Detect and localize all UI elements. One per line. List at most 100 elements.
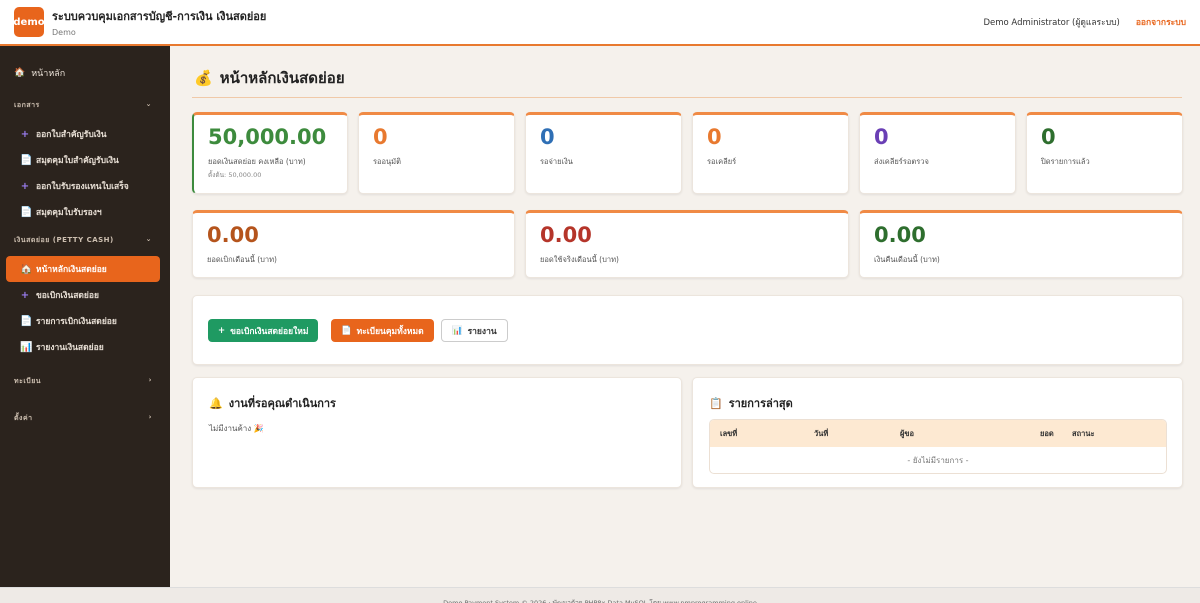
stat-label: ยอดเงินสดย่อย คงเหลือ (บาท) <box>208 157 306 166</box>
stat-value: 0 <box>540 125 555 149</box>
sidebar-item-petty-cash-report[interactable]: 📊 รายงานเงินสดย่อย <box>0 334 170 360</box>
bell-icon: 🔔 <box>209 396 223 410</box>
pending-empty-text: ไม่มีงานค้าง 🎉 <box>209 424 264 433</box>
sidebar-item-petty-cash-request[interactable]: + ขอเบิกเงินสดย่อย <box>0 282 170 308</box>
document-icon: 📄 <box>20 315 33 327</box>
sidebar-section-settings[interactable]: ตั้งค่า › <box>0 403 170 434</box>
sidebar-item-label: หน้าหลักเงินสดย่อย <box>36 265 107 275</box>
sidebar-item-label: สมุดคุมใบสำคัญรับเงิน <box>36 156 119 166</box>
home-icon: 🏠 <box>20 263 33 275</box>
title-divider <box>192 97 1182 98</box>
pending-tasks-panel: 🔔 งานที่รอคุณดำเนินการ ไม่มีงานค้าง 🎉 <box>192 377 682 488</box>
section-label: ทะเบียน <box>14 377 42 385</box>
panel-title: 🔔 งานที่รอคุณดำเนินการ <box>209 394 336 412</box>
sidebar-item-label: ออกใบรับรองแทนใบเสร็จ <box>36 182 129 192</box>
table-header: เลขที่ วันที่ ผู้ขอ ยอด สถานะ <box>710 420 1166 447</box>
page-title-text: หน้าหลักเงินสดย่อย <box>219 69 345 87</box>
stat-value: 0 <box>1041 125 1056 149</box>
latest-list-panel: 📋 รายการล่าสุด เลขที่ วันที่ ผู้ขอ ยอด ส… <box>692 377 1183 488</box>
stat-card-pending-payment: 0 รอจ่ายเงิน <box>525 112 682 194</box>
clipboard-icon: 📋 <box>709 396 723 410</box>
panel-title-text: รายการล่าสุด <box>728 397 793 410</box>
stat-label: ยอดใช้จริงเดือนนี้ (บาท) <box>540 255 619 264</box>
column-header-date[interactable]: วันที่ <box>814 428 828 440</box>
column-header-requester[interactable]: ผู้ขอ <box>900 428 914 440</box>
sidebar-item-label: ขอเบิกเงินสดย่อย <box>36 291 100 301</box>
stat-value: 0 <box>373 125 388 149</box>
sidebar-item-petty-cash-home[interactable]: 🏠 หน้าหลักเงินสดย่อย <box>6 256 160 282</box>
stat-card-month-requested: 0.00 ยอดเบิกเดือนนี้ (บาท) <box>192 210 515 278</box>
app-subtitle: Demo <box>52 28 76 37</box>
main-content: 💰 หน้าหลักเงินสดย่อย 50,000.00 ยอดเงินสด… <box>170 46 1200 587</box>
sidebar-item-certificate-register[interactable]: 📄 สมุดคุมใบรับรองฯ <box>0 199 170 225</box>
user-name: Demo Administrator (ผู้ดูแลระบบ) <box>983 18 1120 28</box>
chevron-down-icon: ⌄ <box>145 235 152 243</box>
sidebar-item-issue-certificate[interactable]: + ออกใบรับรองแทนใบเสร็จ <box>0 173 170 199</box>
button-label: ทะเบียนคุมทั้งหมด <box>356 326 424 337</box>
stat-note: ตั้งต้น: 50,000.00 <box>208 171 262 179</box>
stat-label: ปิดรายการแล้ว <box>1041 157 1090 166</box>
stat-value: 0.00 <box>540 223 592 247</box>
section-label: ตั้งค่า <box>14 414 33 422</box>
sidebar-section-registers[interactable]: ทะเบียน › <box>0 366 170 397</box>
new-request-button[interactable]: + ขอเบิกเงินสดย่อยใหม่ <box>208 319 319 342</box>
panel-title: 📋 รายการล่าสุด <box>709 394 793 412</box>
section-label: เงินสดย่อย (PETTY CASH) <box>14 236 114 244</box>
column-header-amount[interactable]: ยอด <box>1040 428 1054 440</box>
panel-title-text: งานที่รอคุณดำเนินการ <box>228 397 336 410</box>
chevron-right-icon: › <box>148 376 152 384</box>
house-icon: 🏠 <box>14 68 26 78</box>
stat-card-awaiting-review: 0 ส่งเคลียร์รอตรวจ <box>859 112 1016 194</box>
logout-link[interactable]: ออกจากระบบ <box>1136 15 1186 29</box>
sidebar-item-receipt-voucher-register[interactable]: 📄 สมุดคุมใบสำคัญรับเงิน <box>0 147 170 173</box>
sidebar-item-home[interactable]: 🏠 หน้าหลัก <box>0 46 170 90</box>
stat-value: 50,000.00 <box>208 125 327 149</box>
sidebar-section-documents[interactable]: เอกสาร ⌄ <box>0 90 170 121</box>
stat-label: ยอดเบิกเดือนนี้ (บาท) <box>207 255 277 264</box>
stat-label: ส่งเคลียร์รอตรวจ <box>874 157 929 166</box>
sidebar-section-petty-cash[interactable]: เงินสดย่อย (PETTY CASH) ⌄ <box>0 225 170 256</box>
chart-icon: 📊 <box>20 341 33 353</box>
sidebar-item-petty-cash-list[interactable]: 📄 รายการเบิกเงินสดย่อย <box>0 308 170 334</box>
stat-value: 0.00 <box>207 223 259 247</box>
plus-icon: + <box>20 289 30 301</box>
sidebar-item-issue-receipt-voucher[interactable]: + ออกใบสำคัญรับเงิน <box>0 121 170 147</box>
button-label: รายงาน <box>467 326 497 337</box>
column-header-status[interactable]: สถานะ <box>1072 428 1095 440</box>
latest-table: เลขที่ วันที่ ผู้ขอ ยอด สถานะ - ยังไม่มี… <box>709 419 1167 474</box>
column-header-number[interactable]: เลขที่ <box>720 428 737 440</box>
header-titles: ระบบควบคุมเอกสารบัญชี-การเงิน เงินสดย่อย… <box>52 7 266 37</box>
stat-card-month-spent: 0.00 ยอดใช้จริงเดือนนี้ (บาท) <box>525 210 849 278</box>
stat-card-closed: 0 ปิดรายการแล้ว <box>1026 112 1183 194</box>
app-logo[interactable]: demo <box>13 7 45 37</box>
sidebar-item-label: หน้าหลัก <box>31 69 66 79</box>
document-icon: 📄 <box>341 325 352 336</box>
stat-value: 0.00 <box>874 223 926 247</box>
money-bag-icon: 💰 <box>194 69 213 87</box>
plus-icon: + <box>20 180 30 192</box>
actions-panel: + ขอเบิกเงินสดย่อยใหม่ 📄 ทะเบียนคุมทั้งห… <box>192 295 1183 365</box>
page-title: 💰 หน้าหลักเงินสดย่อย <box>194 66 345 90</box>
top-header: demo ระบบควบคุมเอกสารบัญชี-การเงิน เงินส… <box>0 0 1200 46</box>
chart-icon: 📊 <box>452 325 463 336</box>
stat-label: เงินคืนเดือนนี้ (บาท) <box>874 255 940 264</box>
stat-card-pending-approval: 0 รออนุมัติ <box>358 112 515 194</box>
report-button[interactable]: 📊 รายงาน <box>441 319 508 342</box>
stat-value: 0 <box>874 125 889 149</box>
sidebar-item-label: รายงานเงินสดย่อย <box>36 343 104 353</box>
sidebar-item-label: ออกใบสำคัญรับเงิน <box>36 130 107 140</box>
stat-card-balance: 50,000.00 ยอดเงินสดย่อย คงเหลือ (บาท) ตั… <box>192 112 348 194</box>
section-label: เอกสาร <box>14 101 40 109</box>
page-footer: Demo Payment System © 2026 · พัฒนาด้วย P… <box>0 587 1200 603</box>
stat-card-month-returned: 0.00 เงินคืนเดือนนี้ (บาท) <box>859 210 1183 278</box>
all-register-button[interactable]: 📄 ทะเบียนคุมทั้งหมด <box>331 319 434 342</box>
stat-label: รอเคลียร์ <box>707 157 737 166</box>
header-right: Demo Administrator (ผู้ดูแลระบบ) ออกจากร… <box>983 15 1186 29</box>
chevron-right-icon: › <box>148 413 152 421</box>
chevron-down-icon: ⌄ <box>145 100 152 108</box>
sidebar-item-label: รายการเบิกเงินสดย่อย <box>36 317 117 327</box>
document-icon: 📄 <box>20 154 33 166</box>
plus-icon: + <box>20 128 30 140</box>
document-icon: 📄 <box>20 206 33 218</box>
sidebar: 🏠 หน้าหลัก เอกสาร ⌄ + ออกใบสำคัญรับเงิน … <box>0 46 170 587</box>
